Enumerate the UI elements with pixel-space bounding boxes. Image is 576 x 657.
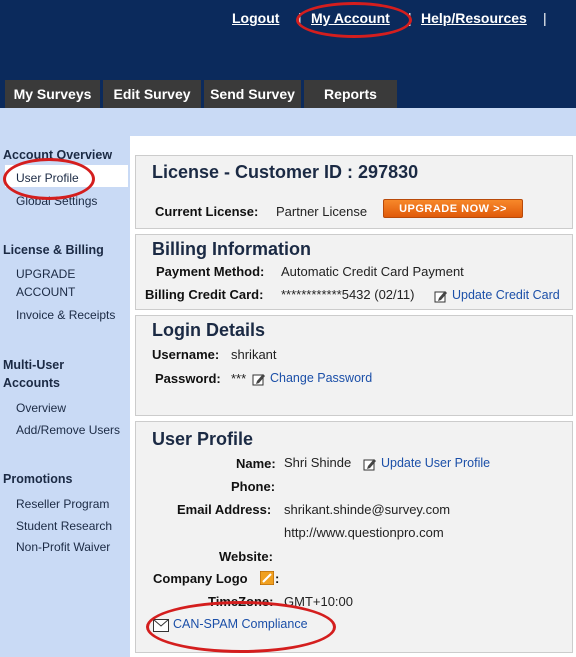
- username-value: shrikant: [231, 347, 277, 362]
- sidebar-heading-promotions: Promotions: [3, 472, 73, 486]
- logo-image-icon[interactable]: [260, 571, 274, 585]
- phone-label: Phone:: [231, 479, 276, 494]
- user-profile-highlight-ring: [3, 158, 95, 200]
- upgrade-now-button[interactable]: UPGRADE NOW >>: [383, 199, 523, 218]
- website-url-value: http://www.questionpro.com: [284, 525, 444, 540]
- sidebar-item-upgrade[interactable]: UPGRADE: [16, 265, 75, 283]
- sidebar-item-non-profit-waiver[interactable]: Non-Profit Waiver: [16, 538, 110, 556]
- website-label: Website:: [219, 549, 273, 564]
- email-value: shrikant.shinde@survey.com: [284, 502, 451, 517]
- current-license-value: Partner License: [276, 204, 368, 219]
- sidebar-heading-license-billing: License & Billing: [3, 243, 104, 257]
- name-label: Name:: [236, 456, 276, 471]
- change-password-link[interactable]: Change Password: [270, 371, 372, 385]
- billing-card-value: ************5432 (02/11): [281, 287, 415, 302]
- sidebar-item-add-remove-users[interactable]: Add/Remove Users: [16, 421, 120, 439]
- link-divider: |: [543, 10, 547, 26]
- logout-link[interactable]: Logout: [232, 10, 279, 26]
- billing-title: Billing Information: [152, 239, 311, 259]
- update-credit-card-link[interactable]: Update Credit Card: [452, 288, 560, 302]
- company-logo-colon: :: [275, 571, 280, 586]
- login-panel: Login Details: [135, 315, 573, 416]
- license-title: License - Customer ID : 297830: [152, 162, 419, 182]
- sidebar-item-account[interactable]: ACCOUNT: [16, 283, 75, 301]
- name-value: Shri Shinde: [284, 455, 352, 470]
- current-license-label: Current License:: [155, 204, 259, 219]
- tab-edit-survey[interactable]: Edit Survey: [103, 80, 201, 108]
- edit-pencil-icon[interactable]: [434, 289, 448, 303]
- username-label: Username:: [152, 347, 220, 362]
- sidebar-item-overview[interactable]: Overview: [16, 399, 66, 417]
- password-label: Password:: [155, 371, 221, 386]
- tab-send-survey[interactable]: Send Survey: [204, 80, 301, 108]
- update-user-profile-link[interactable]: Update User Profile: [381, 456, 490, 470]
- tab-reports[interactable]: Reports: [304, 80, 397, 108]
- sidebar-item-student-research[interactable]: Student Research: [16, 517, 112, 535]
- edit-pencil-icon[interactable]: [252, 372, 266, 386]
- edit-pencil-icon[interactable]: [363, 457, 377, 471]
- help-resources-link[interactable]: Help/Resources: [421, 10, 527, 26]
- sidebar-item-reseller-program[interactable]: Reseller Program: [16, 495, 109, 513]
- sidebar-heading-accounts: Accounts: [3, 376, 60, 390]
- password-value: ***: [231, 371, 247, 386]
- user-profile-title: User Profile: [152, 429, 254, 449]
- sidebar-heading-multi-user: Multi-User: [3, 358, 65, 372]
- can-spam-highlight-ring: [146, 601, 336, 653]
- login-title: Login Details: [152, 320, 266, 340]
- billing-card-label: Billing Credit Card:: [145, 287, 264, 302]
- payment-method-label: Payment Method:: [156, 264, 265, 279]
- payment-method-value: Automatic Credit Card Payment: [281, 264, 464, 279]
- tab-my-surveys[interactable]: My Surveys: [5, 80, 100, 108]
- sidebar-item-invoice-receipts[interactable]: Invoice & Receipts: [16, 306, 115, 324]
- my-account-highlight-ring: [296, 2, 412, 38]
- email-label: Email Address:: [177, 502, 272, 517]
- top-links: Logout | My Account | Help/Resources |: [0, 10, 576, 30]
- company-logo-label: Company Logo: [153, 571, 248, 586]
